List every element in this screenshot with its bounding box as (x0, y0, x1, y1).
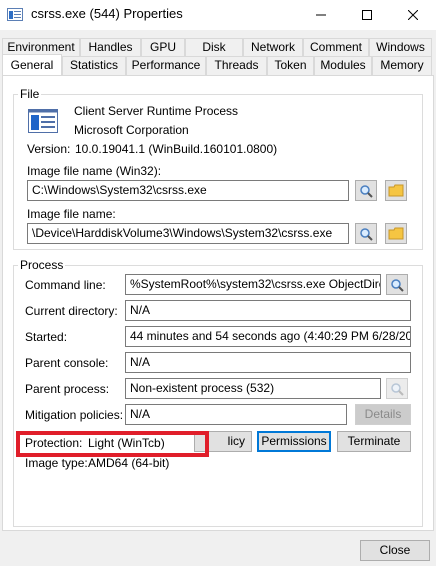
image-win32-search-button[interactable] (355, 180, 377, 201)
tab-memory[interactable]: Memory (372, 56, 432, 75)
file-group-title: File (18, 87, 42, 101)
image-win32-field[interactable]: C:\Windows\System32\csrss.exe (27, 180, 349, 201)
file-description: Client Server Runtime Process (74, 104, 239, 118)
version-value: 10.0.19041.1 (WinBuild.160101.0800) (75, 142, 278, 156)
protection-value: Light (WinTcb) (88, 436, 165, 450)
terminate-button[interactable]: Terminate (337, 431, 411, 452)
parent-console-field[interactable]: N/A (125, 352, 411, 373)
parent-console-label: Parent console: (25, 356, 109, 370)
started-label: Started: (25, 330, 68, 344)
process-group-title: Process (18, 258, 66, 272)
permissions-button[interactable]: Permissions (257, 431, 331, 452)
tab-handles[interactable]: Handles (80, 38, 141, 57)
tab-general[interactable]: General (2, 54, 62, 75)
search-icon (391, 382, 404, 396)
close-icon (408, 10, 418, 20)
tab-threads[interactable]: Threads (206, 56, 267, 75)
version-label: Version: (27, 142, 71, 156)
tab-network[interactable]: Network (243, 38, 303, 57)
close-window-button[interactable] (390, 0, 436, 30)
tab-performance[interactable]: Performance (126, 56, 206, 75)
general-tab-panel: File Client Server Runtime Process Micro… (2, 75, 434, 531)
window-app-icon (7, 8, 23, 21)
tab-statistics[interactable]: Statistics (62, 56, 126, 75)
close-button[interactable]: Close (360, 540, 430, 561)
folder-icon (388, 227, 404, 240)
protection-label: Protection: (25, 436, 83, 450)
details-button[interactable]: Details (355, 404, 411, 425)
image-type-value: AMD64 (64-bit) (88, 456, 170, 470)
tab-token[interactable]: Token (267, 56, 314, 75)
search-icon (391, 278, 404, 292)
maximize-icon (362, 10, 372, 20)
image-file-folder-button[interactable] (385, 223, 407, 244)
file-company: Microsoft Corporation (74, 123, 189, 137)
parent-process-label: Parent process: (25, 382, 110, 396)
search-icon (360, 227, 373, 241)
maximize-button[interactable] (344, 0, 390, 30)
current-directory-field[interactable]: N/A (125, 300, 411, 321)
application-icon (28, 109, 58, 133)
tab-comment[interactable]: Comment (303, 38, 369, 57)
title-bar: csrss.exe (544) Properties (0, 0, 436, 30)
started-field[interactable]: 44 minutes and 54 seconds ago (4:40:29 P… (125, 326, 411, 347)
tab-disk[interactable]: Disk (185, 38, 243, 57)
tab-windows[interactable]: Windows (369, 38, 432, 57)
image-file-label: Image file name: (27, 207, 116, 221)
image-file-field[interactable]: \Device\HarddiskVolume3\Windows\System32… (27, 223, 349, 244)
tab-gpu[interactable]: GPU (141, 38, 185, 57)
command-line-label: Command line: (25, 278, 106, 292)
search-icon (360, 184, 373, 198)
image-file-search-button[interactable] (355, 223, 377, 244)
folder-icon (388, 184, 404, 197)
command-line-field[interactable]: %SystemRoot%\system32\csrss.exe ObjectDi… (125, 274, 381, 295)
parent-process-search-button[interactable] (386, 378, 408, 399)
window-title: csrss.exe (544) Properties (31, 6, 183, 21)
command-line-search-button[interactable] (386, 274, 408, 295)
minimize-icon (316, 14, 326, 16)
image-type-label: Image type: (25, 456, 88, 470)
mitigation-policies-field[interactable]: N/A (125, 404, 347, 425)
policy-button[interactable]: licy (194, 431, 252, 452)
tab-modules[interactable]: Modules (314, 56, 372, 75)
current-directory-label: Current directory: (25, 304, 118, 318)
image-win32-label: Image file name (Win32): (27, 164, 162, 178)
mitigation-policies-label: Mitigation policies: (25, 408, 124, 422)
image-win32-folder-button[interactable] (385, 180, 407, 201)
minimize-button[interactable] (298, 0, 344, 30)
parent-process-field[interactable]: Non-existent process (532) (125, 378, 381, 399)
